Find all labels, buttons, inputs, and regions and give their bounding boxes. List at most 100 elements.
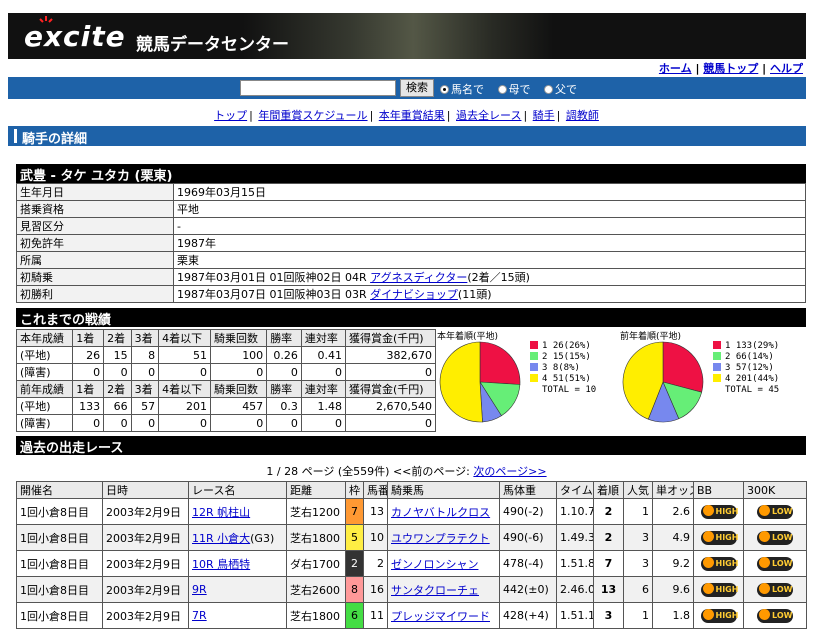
stats-row: (障害) 0 0 0 0 0 0 0 0	[15, 414, 436, 432]
race-300k: LOW	[743, 498, 807, 525]
profile-row: 生年月日 1969年03月15日	[16, 183, 806, 201]
horse-link[interactable]: ユウワンプラテクト	[391, 532, 490, 545]
stats-header-cell: 1着	[72, 329, 105, 347]
race-horse-number: 10	[363, 524, 388, 551]
horseshoe-icon	[759, 530, 770, 542]
nav-jockey[interactable]: 騎手	[533, 109, 555, 122]
race-time: 2.46.0	[556, 576, 594, 603]
stats-header-cell: 騎乗回数	[209, 380, 268, 398]
stats-cell: 0.3	[266, 397, 302, 415]
radio-sire[interactable]: 父で	[544, 81, 577, 97]
stats-cell: 1.48	[300, 397, 347, 415]
race-weight: 442(±0)	[499, 576, 557, 603]
profile-row: 初騎乗 1987年03月01日 01回阪神02日 04R アグネスディクター(2着…	[16, 268, 806, 286]
help-link[interactable]: ヘルプ	[770, 62, 803, 75]
home-link[interactable]: ホーム	[659, 62, 692, 75]
legend-swatch	[530, 363, 538, 371]
section-title: 騎手の詳細	[8, 126, 806, 147]
search-button[interactable]: 検索	[400, 79, 434, 97]
first-win-horse-link[interactable]: ダイナビショップ	[370, 288, 458, 301]
stats-cell: 0	[158, 363, 211, 381]
nav-all-races[interactable]: 過去全レース	[456, 109, 521, 122]
race-row: 1回小倉8日目 2003年2月9日 9R 芝右2600 8 16 サンタクローチ…	[16, 576, 807, 603]
race-name-link[interactable]: 9R	[192, 583, 207, 596]
stats-header-cell: 前年成績	[15, 380, 74, 398]
stats-header-cell: 連対率	[300, 380, 347, 398]
horse-link[interactable]: カノヤバトルクロス	[391, 506, 490, 519]
race-odds: 4.9	[652, 524, 694, 551]
radio-icon[interactable]	[497, 85, 507, 94]
race-date: 2003年2月9日	[102, 602, 189, 629]
profile-key: 見習区分	[16, 217, 174, 235]
race-popularity: 1	[623, 498, 653, 525]
legend-item: 4 201(44%)	[713, 374, 779, 385]
race-waku: 7	[345, 498, 364, 525]
search-input[interactable]	[240, 80, 396, 96]
first-ride-horse-link[interactable]: アグネスディクター	[370, 271, 467, 284]
race-distance: 芝右1200	[286, 498, 346, 525]
race-place: 2	[593, 524, 624, 551]
legend-swatch	[713, 374, 721, 382]
search-mode-radios: 馬名で 母で 父で	[440, 81, 587, 97]
horse-link[interactable]: サンタクローチェ	[391, 584, 479, 597]
race-300k: LOW	[743, 602, 807, 629]
legend-item: 1 133(29%)	[713, 341, 779, 352]
keiba-top-link[interactable]: 競馬トップ	[703, 62, 758, 75]
nav-results[interactable]: 本年重賞結果	[379, 109, 445, 122]
stats-header-cell: 2着	[103, 380, 132, 398]
race-odds: 9.2	[652, 550, 694, 577]
horse-link[interactable]: プレッジマイワード	[391, 610, 490, 623]
pie-legend: 1 133(29%) 2 66(14%) 3 57(12%) 4 201(44%) TO…	[713, 341, 779, 396]
bb-badge[interactable]: HIGH	[700, 556, 738, 571]
legend-item: 3 8(8%)	[530, 363, 596, 374]
300k-badge[interactable]: LOW	[757, 504, 793, 519]
bb-badge[interactable]: HIGH	[700, 582, 738, 597]
race-name-link[interactable]: 10R 鳥栖特	[192, 558, 250, 571]
race-name-link[interactable]: 11R 小倉大	[192, 532, 250, 545]
stats-cell: 0	[266, 363, 302, 381]
nav-top[interactable]: トップ	[214, 109, 247, 122]
bb-badge[interactable]: HIGH	[700, 530, 738, 545]
stats-cell: 0	[158, 414, 211, 432]
stats-cell: 66	[103, 397, 132, 415]
stats-cell: 15	[103, 346, 132, 364]
race-name-link[interactable]: 7R	[192, 609, 207, 622]
race-300k: LOW	[743, 524, 807, 551]
radio-selected-icon[interactable]	[440, 85, 449, 94]
profile-value: 栗東	[173, 251, 806, 269]
next-page-link[interactable]: 次のページ>>	[473, 465, 546, 478]
horseshoe-icon	[759, 582, 770, 594]
race-300k: LOW	[743, 576, 807, 603]
race-name: 7R	[188, 602, 287, 629]
profile-value: -	[173, 217, 806, 235]
race-horse: ユウワンプラテクト	[387, 524, 500, 551]
races-header-cell: 人気	[623, 481, 653, 499]
nav-trainer[interactable]: 調教師	[566, 109, 599, 122]
stats-cell: 0	[209, 363, 268, 381]
races-header-cell: 日時	[102, 481, 189, 499]
legend-item: 2 15(15%)	[530, 352, 596, 363]
pie-svg	[622, 341, 704, 423]
300k-badge[interactable]: LOW	[757, 582, 793, 597]
race-name-link[interactable]: 12R 帆柱山	[192, 506, 250, 519]
radio-horse-name[interactable]: 馬名で	[440, 81, 484, 97]
races-header-cell: 距離	[286, 481, 346, 499]
excite-logo[interactable]: excite	[24, 20, 126, 53]
radio-icon[interactable]	[544, 85, 553, 94]
300k-badge[interactable]: LOW	[757, 556, 793, 571]
page-title: 騎手の詳細	[22, 132, 88, 147]
legend-item: 4 51(51%)	[530, 374, 596, 385]
races-table: 開催名日時レース名距離枠馬番騎乗馬馬体重タイム着順人気単オッズBB300K 1回…	[16, 481, 807, 629]
radio-dam[interactable]: 母で	[497, 81, 531, 97]
nav-schedule[interactable]: 年間重賞スケジュール	[258, 109, 367, 122]
race-weight: 478(-4)	[499, 550, 557, 577]
bb-badge[interactable]: HIGH	[700, 608, 738, 623]
profile-row: 所属 栗東	[16, 251, 806, 269]
300k-badge[interactable]: LOW	[757, 530, 793, 545]
race-odds: 9.6	[652, 576, 694, 603]
race-popularity: 3	[623, 524, 653, 551]
300k-badge[interactable]: LOW	[757, 608, 793, 623]
stats-cell: 0.26	[266, 346, 302, 364]
bb-badge[interactable]: HIGH	[700, 504, 738, 519]
horse-link[interactable]: ゼンノロンシャン	[391, 558, 478, 571]
